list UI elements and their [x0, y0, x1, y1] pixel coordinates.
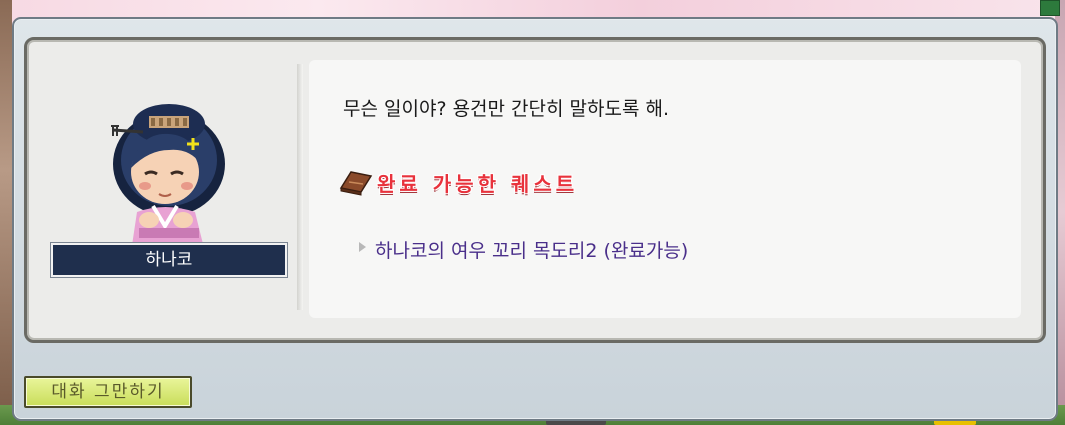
quest-item-label: 하나코의 여우 꼬리 목도리2 (완료가능)	[375, 240, 689, 262]
dialog-content-area: 하나코 무슨 일이야? 용건만 간단히 말하도록 해. 완료 가능한 퀘스트 하…	[24, 37, 1046, 343]
npc-message: 무슨 일이야? 용건만 간단히 말하도록 해.	[343, 98, 670, 120]
npc-name-plate: 하나코	[50, 242, 288, 278]
triangle-right-icon	[359, 242, 366, 252]
npc-portrait	[111, 104, 225, 252]
background-ui-element	[1040, 0, 1060, 16]
end-chat-button[interactable]: 대화 그만하기	[24, 376, 192, 408]
background-scene-left	[0, 0, 12, 425]
quest-section-label: 완료 가능한 퀘스트	[377, 172, 579, 196]
quest-book-icon	[339, 171, 373, 196]
npc-dialog-window: 하나코 무슨 일이야? 용건만 간단히 말하도록 해. 완료 가능한 퀘스트 하…	[12, 17, 1058, 421]
dialog-text-panel: 무슨 일이야? 용건만 간단히 말하도록 해. 완료 가능한 퀘스트 하나코의 …	[309, 60, 1021, 318]
panel-divider	[297, 64, 303, 310]
